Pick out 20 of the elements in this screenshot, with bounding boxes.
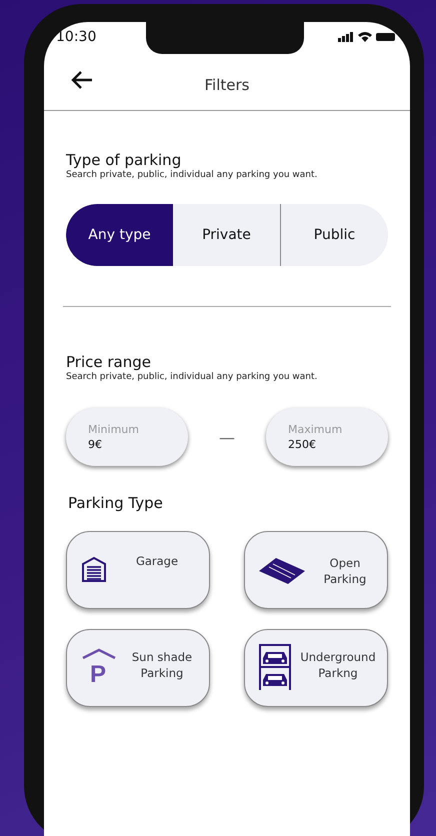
range-separator: —	[219, 428, 235, 446]
section-title: Parking Type	[68, 494, 164, 512]
parking-type-card[interactable]: P Sun shade Parking	[66, 629, 210, 707]
section-title: Type of parking	[66, 151, 182, 169]
screen-title: Filters	[204, 76, 250, 94]
parking-type-card[interactable]: Open Parking	[244, 531, 388, 609]
garage-icon	[81, 556, 107, 582]
price-field[interactable]: Minimum 9€	[66, 408, 188, 466]
parking-type-card[interactable]: Garage	[66, 531, 210, 609]
parking-type-card[interactable]: Underground Parkng	[244, 629, 388, 707]
price-field[interactable]: Maximum 250€	[266, 408, 388, 466]
stacked-cars-icon	[259, 644, 291, 690]
parking-type-option[interactable]: Any type	[66, 204, 173, 266]
parking-lot-icon	[259, 558, 305, 584]
status-icons	[338, 31, 396, 43]
status-time: 10:30	[56, 29, 96, 45]
section-subtitle: Search private, public, individual any parking you want.	[66, 372, 318, 382]
section-title: Price range	[66, 353, 152, 371]
section-subtitle: Search private, public, individual any parking you want.	[66, 170, 318, 180]
back-arrow-icon[interactable]	[70, 70, 94, 90]
